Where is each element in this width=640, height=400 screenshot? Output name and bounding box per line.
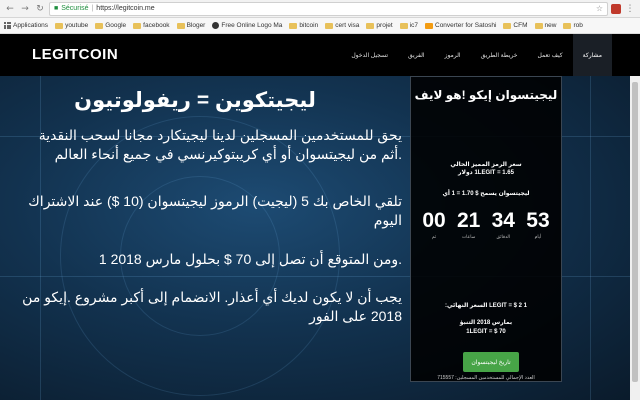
folder-icon	[95, 22, 104, 29]
url-field[interactable]: ■ Sécurisé | https://legitcoin.me ☆	[49, 1, 608, 16]
site-menu: مشاركة كيف تعمل خريطة الطريق الرموز الفر…	[341, 34, 612, 76]
folder-icon	[563, 22, 572, 29]
menu-item-share[interactable]: مشاركة	[572, 34, 612, 76]
menu-item-how-it-works[interactable]: كيف تعمل	[528, 34, 573, 76]
bookmark-label: youtube	[65, 22, 89, 29]
bookmarks-bar: Applications youtube Google facebook Blo…	[0, 18, 640, 34]
ico-countdown-panel: ليجيتسوان إيكو !هو لايف سعر الرمز المميز…	[410, 76, 562, 382]
current-price-label: سعر الرمز المميز الحالي	[450, 162, 522, 168]
extension-icon[interactable]	[611, 3, 621, 14]
bookmark-new[interactable]: new	[534, 22, 557, 29]
timer-value: 00	[422, 209, 446, 232]
url-separator: |	[91, 5, 94, 12]
timer-label: ساعات	[461, 234, 476, 239]
final-price: 1 LEGIT = $ 2 السعر النهائي:	[444, 303, 528, 309]
website: LEGITCOIN مشاركة كيف تعمل خريطة الطريق ا…	[0, 34, 640, 400]
timer-value: 53	[526, 209, 550, 232]
folder-icon	[399, 22, 408, 29]
folder-icon	[176, 22, 185, 29]
reload-icon[interactable]: ↻	[34, 3, 46, 15]
site-navbar: LEGITCOIN مشاركة كيف تعمل خريطة الطريق ا…	[0, 34, 640, 76]
registered-users-count: العدد الإجمالي للمستخدمين المسجلين: 7155…	[437, 375, 535, 381]
apps-grid-icon	[4, 22, 11, 29]
bookmark-youtube[interactable]: youtube	[55, 22, 88, 29]
converter-icon	[425, 22, 433, 29]
bookmark-logo-maker[interactable]: Free Online Logo Ma	[212, 22, 282, 29]
bookmark-label: CFM	[513, 22, 528, 29]
hero-title: ليجيتكوين = ريفولوتيون	[74, 89, 316, 112]
buy-legitswan-button[interactable]: تاريخ ليجيتسوان	[463, 352, 519, 372]
bookmark-label: cert visa	[335, 22, 360, 29]
folder-icon	[55, 22, 64, 29]
timer-value: 34	[491, 209, 515, 232]
hero-paragraph-2: تلقي الخاص بك 5 (ليجيت) الرموز ليجيتسوان…	[28, 193, 402, 228]
menu-dots-icon[interactable]: ⋮	[624, 3, 636, 15]
bookmark-label: Converter for Satoshi	[435, 22, 497, 29]
bookmark-applications[interactable]: Applications	[4, 22, 48, 29]
scrollbar-thumb[interactable]	[632, 82, 638, 382]
march-forecast-value: 1LEGIT = $ 70	[466, 329, 506, 335]
bookmark-cert-visa[interactable]: cert visa	[325, 22, 359, 29]
bookmark-label: facebook	[143, 22, 170, 29]
timer-value: 21	[456, 209, 481, 232]
forward-arrow-icon[interactable]: →	[19, 3, 31, 15]
bookmark-bloger[interactable]: Bloger	[176, 22, 206, 29]
hero-paragraph-4: يجب أن لا يكون لديك أي أعذار. الانضمام إ…	[22, 289, 402, 324]
folder-icon	[503, 22, 512, 29]
bookmark-facebook[interactable]: facebook	[133, 22, 170, 29]
bookmark-label: Google	[105, 22, 127, 29]
menu-item-roadmap[interactable]: خريطة الطريق	[471, 34, 528, 76]
bookmark-cfm[interactable]: CFM	[503, 22, 528, 29]
folder-icon	[534, 22, 543, 29]
folder-icon	[325, 22, 334, 29]
bookmark-label: ic7	[409, 22, 418, 29]
bookmark-star-icon[interactable]: ☆	[596, 4, 603, 13]
march-forecast-label: بمارس 2018 التنبؤ	[459, 320, 513, 326]
bookmark-label: Applications	[13, 22, 49, 29]
page-scrollbar[interactable]	[630, 76, 640, 400]
decorative-line	[40, 76, 41, 400]
bookmark-label: Free Online Logo Ma	[221, 22, 283, 29]
timer-days: 53 أيام	[523, 209, 553, 240]
bookmark-converter[interactable]: Converter for Satoshi	[425, 22, 496, 29]
menu-item-login[interactable]: تسجيل الدخول	[341, 34, 398, 76]
globe-icon	[212, 22, 220, 29]
timer-hours: 21 ساعات	[454, 209, 484, 240]
bookmark-ic7[interactable]: ic7	[399, 22, 418, 29]
secure-label: Sécurisé	[61, 5, 89, 12]
timer-minutes: 34 الدقائق	[488, 209, 518, 240]
countdown-timer: 00 ثم 21 ساعات 34 الدقائق 53 أيام	[419, 209, 553, 240]
timer-label: أيام	[534, 234, 542, 239]
panel-title: ليجيتسوان إيكو !هو لايف	[414, 88, 558, 102]
bookmark-bitcoin[interactable]: bitcoin	[289, 22, 318, 29]
bookmark-label: new	[544, 22, 557, 29]
back-arrow-icon[interactable]: ←	[4, 3, 16, 15]
menu-item-tokens[interactable]: الرموز	[435, 34, 471, 76]
timer-label: ثم	[431, 234, 437, 239]
menu-item-team[interactable]: الفريق	[398, 34, 435, 76]
timer-seconds: 00 ثم	[419, 209, 449, 240]
bookmark-google[interactable]: Google	[95, 22, 126, 29]
folder-icon	[366, 22, 375, 29]
url-text: https://legitcoin.me	[96, 5, 155, 12]
site-logo[interactable]: LEGITCOIN	[32, 46, 118, 63]
bookmark-label: projet	[376, 22, 393, 29]
timer-label: الدقائق	[496, 234, 511, 239]
hero-paragraph-1: يحق للمستخدمين المسجلين لدينا ليجيتكارد …	[38, 127, 402, 162]
decorative-line	[590, 76, 591, 400]
bookmark-label: Bloger	[186, 22, 206, 29]
lock-icon: ■	[54, 5, 59, 12]
folder-icon	[133, 22, 142, 29]
bookmark-label: rob	[573, 22, 583, 29]
rate-line: ليجيتسوان يسمح $ 1.70 = 1 أي	[442, 191, 530, 197]
browser-address-bar: ← → ↻ ■ Sécurisé | https://legitcoin.me …	[0, 0, 640, 18]
bookmark-rob[interactable]: rob	[563, 22, 583, 29]
current-price-value: 1LEGIT = 1.65 دولار	[458, 170, 514, 176]
hero-paragraph-3: .ومن المتوقع أن تصل إلى 70 $ بحلول مارس …	[98, 251, 402, 267]
bookmark-label: bitcoin	[299, 22, 319, 29]
bookmark-projet[interactable]: projet	[366, 22, 393, 29]
folder-icon	[289, 22, 298, 29]
